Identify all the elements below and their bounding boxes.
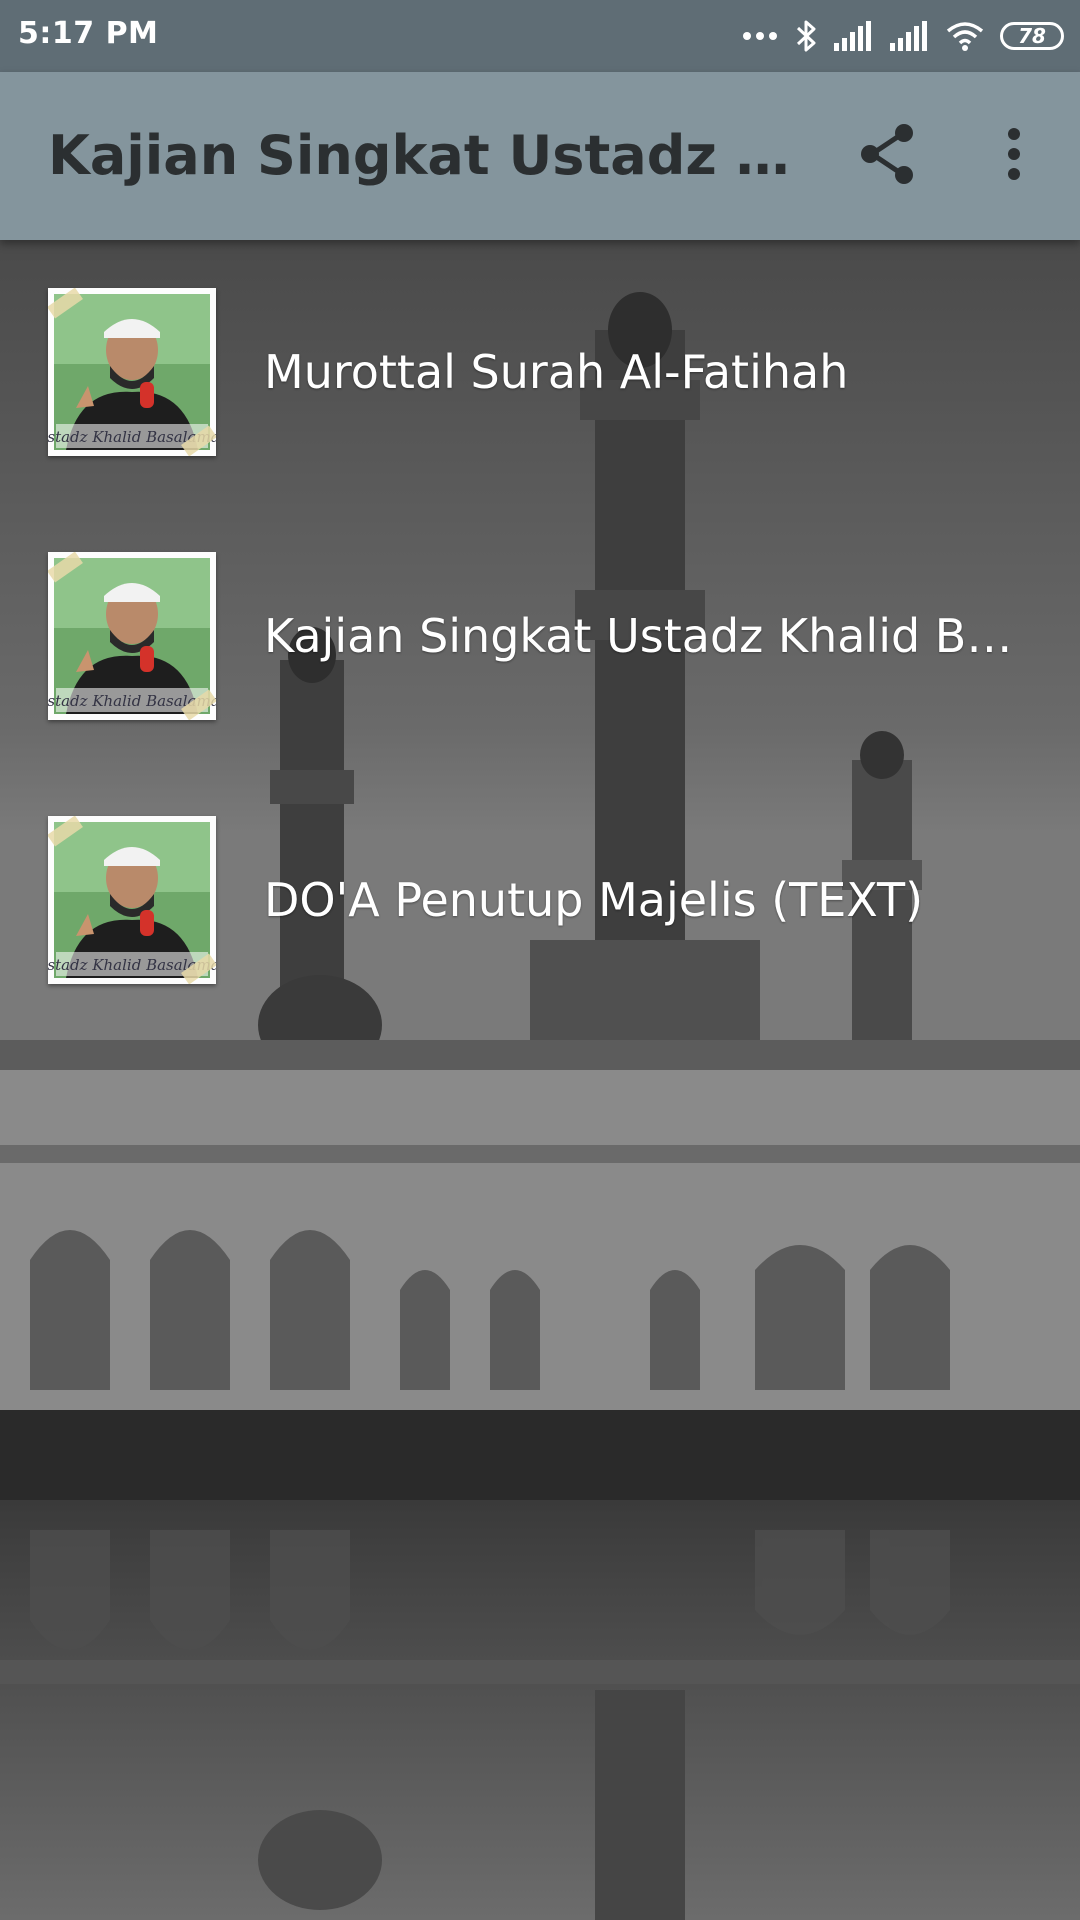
battery-level: 78 [1018,24,1046,48]
audio-list: Ustadz Khalid Basalamah Murottal Surah A… [0,240,1080,1032]
list-item-label: DO'A Penutup Majelis (TEXT) [264,873,924,927]
app-title: Kajian Singkat Ustadz Khalid Basalamah [48,124,798,187]
bluetooth-icon [794,19,818,53]
list-item-label: Kajian Singkat Ustadz Khalid Basalamah [264,609,1034,663]
status-bar: 5:17 PM 78 [0,0,1080,72]
share-icon [858,122,918,190]
more-dots-icon [742,30,778,42]
thumbnail: Ustadz Khalid Basalamah [48,552,216,720]
thumbnail: Ustadz Khalid Basalamah [48,288,216,456]
status-icons: 78 [742,16,1064,56]
wifi-icon [946,21,984,51]
status-time: 5:17 PM [18,16,159,51]
thumbnail: Ustadz Khalid Basalamah [48,816,216,984]
battery-icon: 78 [1000,22,1064,50]
app-bar: Kajian Singkat Ustadz Khalid Basalamah [0,72,1080,240]
signal-icon [890,21,930,51]
overflow-menu-icon [1006,127,1022,185]
signal-icon [834,21,874,51]
list-item[interactable]: Ustadz Khalid Basalamah Murottal Surah A… [0,240,1080,504]
list-item[interactable]: Ustadz Khalid Basalamah Kajian Singkat U… [0,504,1080,768]
share-button[interactable] [852,120,924,192]
list-item-label: Murottal Surah Al-Fatihah [264,345,849,399]
list-item[interactable]: Ustadz Khalid Basalamah DO'A Penutup Maj… [0,768,1080,1032]
overflow-menu-button[interactable] [978,120,1050,192]
app-screen: 5:17 PM 78 Kajian Singkat Ustadz Khalid [0,0,1080,1920]
